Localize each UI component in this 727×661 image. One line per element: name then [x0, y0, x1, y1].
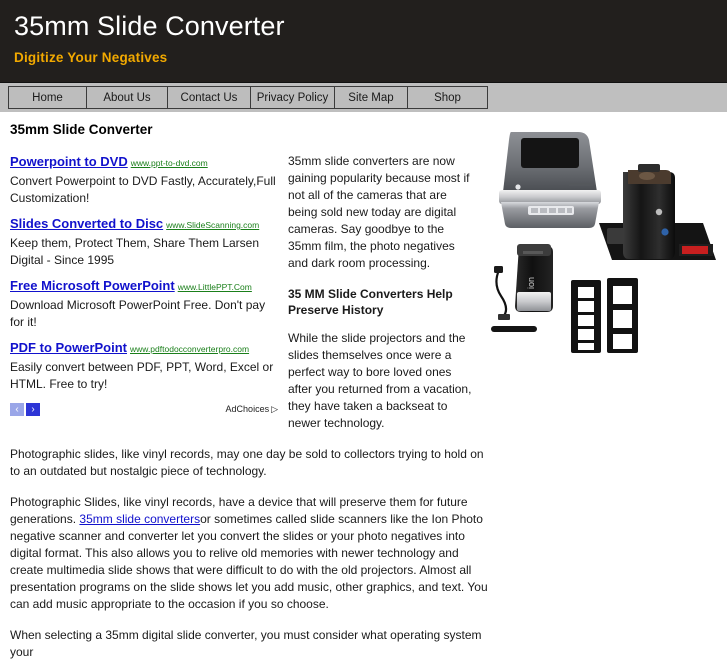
- inline-link-slide-converters[interactable]: 35mm slide converters: [79, 512, 200, 526]
- paragraph-3: Photographic Slides, like vinyl records,…: [10, 494, 488, 613]
- chevron-left-icon[interactable]: ‹: [10, 403, 24, 416]
- ad-url-link[interactable]: www.LittlePPT.Com: [178, 282, 252, 292]
- adchoices-triangle-icon: ▷: [271, 404, 278, 414]
- content-area: 35mm Slide Converter ion Powerpoint to D…: [0, 112, 727, 661]
- ad-item: Slides Converted to Disc www.SlideScannin…: [10, 215, 278, 268]
- ad-title-link[interactable]: Powerpoint to DVD: [10, 154, 128, 169]
- ad-url-link[interactable]: www.ppt-to-dvd.com: [131, 158, 208, 168]
- intro-column: 35mm slide converters are now gaining po…: [288, 153, 478, 446]
- ad-description: Easily convert between PDF, PPT, Word, E…: [10, 360, 274, 391]
- ad-item: PDF to PowerPoint www.pdftodocconverterpr…: [10, 339, 278, 392]
- ad-item: Powerpoint to DVD www.ppt-to-dvd.com Conv…: [10, 153, 278, 206]
- ad-title-link[interactable]: Free Microsoft PowerPoint: [10, 278, 175, 293]
- ad-pagination: ‹ ›: [10, 403, 40, 416]
- site-header: 35mm Slide Converter Digitize Your Negat…: [0, 0, 727, 82]
- ad-description: Convert Powerpoint to DVD Fastly, Accura…: [10, 174, 276, 205]
- chevron-right-icon[interactable]: ›: [26, 403, 40, 416]
- ad-url-link[interactable]: www.pdftodocconverterpro.com: [130, 344, 249, 354]
- product-image-collage: ion: [483, 120, 725, 358]
- ad-url-link[interactable]: www.SlideScanning.com: [166, 220, 259, 230]
- paragraph-3-post: or sometimes called slide scanners like …: [10, 512, 488, 611]
- nav-item-contact-us[interactable]: Contact Us: [167, 86, 251, 109]
- svg-text:ion: ion: [526, 277, 536, 289]
- ad-footer: ‹ › AdChoices ▷: [10, 401, 278, 418]
- ad-description: Keep them, Protect Them, Share Them Lars…: [10, 236, 260, 267]
- nav-item-about-us[interactable]: About Us: [86, 86, 168, 109]
- section-subheading: 35 MM Slide Converters Help Preserve His…: [288, 287, 453, 317]
- paragraph-4: When selecting a 35mm digital slide conv…: [10, 628, 482, 659]
- article-body: Powerpoint to DVD www.ppt-to-dvd.com Conv…: [10, 153, 488, 661]
- nav-item-home[interactable]: Home: [8, 86, 87, 109]
- nav-item-site-map[interactable]: Site Map: [334, 86, 408, 109]
- site-tagline: Digitize Your Negatives: [14, 50, 168, 66]
- ad-title-link[interactable]: PDF to PowerPoint: [10, 340, 127, 355]
- nav-item-shop[interactable]: Shop: [407, 86, 488, 109]
- paragraph-2: While the slide projectors and the slide…: [288, 331, 472, 430]
- ad-description: Download Microsoft PowerPoint Free. Don'…: [10, 298, 266, 329]
- adchoices-label: AdChoices: [225, 404, 270, 414]
- nav-item-privacy-policy[interactable]: Privacy Policy: [250, 86, 335, 109]
- advertisement-block: Powerpoint to DVD www.ppt-to-dvd.com Conv…: [10, 153, 278, 418]
- site-title: 35mm Slide Converter: [14, 11, 285, 41]
- ad-title-link[interactable]: Slides Converted to Disc: [10, 216, 163, 231]
- ad-item: Free Microsoft PowerPoint www.LittlePPT.C…: [10, 277, 278, 330]
- intro-paragraph: 35mm slide converters are now gaining po…: [288, 154, 470, 270]
- main-navigation: Home About Us Contact Us Privacy Policy …: [0, 82, 727, 112]
- adchoices-link[interactable]: AdChoices ▷: [226, 401, 278, 418]
